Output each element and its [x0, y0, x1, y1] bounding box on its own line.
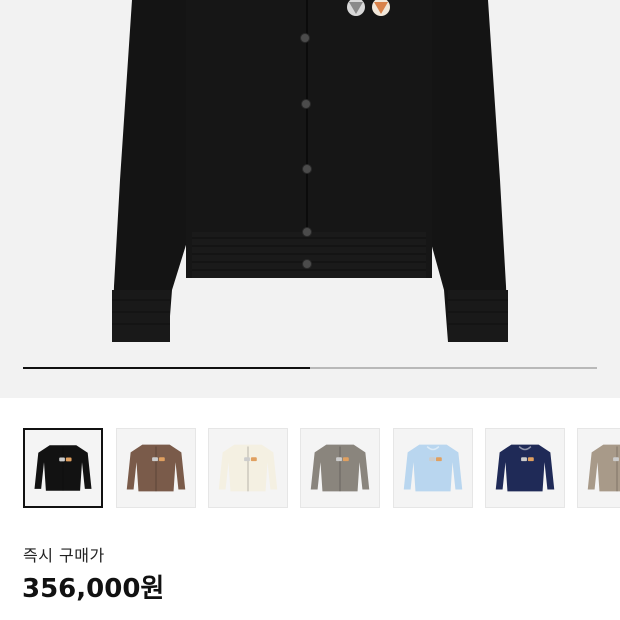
cardigan-icon: [34, 445, 92, 491]
sweater-icon: [403, 444, 463, 492]
color-thumbnail[interactable]: [116, 428, 196, 508]
cardigan-icon: [587, 444, 620, 492]
color-thumbnail[interactable]: [23, 428, 103, 508]
color-thumbnail[interactable]: [393, 428, 473, 508]
color-thumbnail-strip[interactable]: [0, 398, 620, 528]
price: 356,000원: [22, 574, 165, 604]
instant-purchase-label: 즉시 구매가: [23, 546, 105, 565]
cardigan-icon: [310, 444, 370, 492]
color-thumbnail[interactable]: [577, 428, 620, 508]
color-thumbnail[interactable]: [208, 428, 288, 508]
sweater-icon: [495, 444, 555, 492]
cardigan-main-image: [112, 0, 508, 342]
color-thumbnail[interactable]: [485, 428, 565, 508]
product-image-gallery[interactable]: [0, 0, 620, 398]
gallery-progress-fill: [23, 367, 310, 369]
cardigan-icon: [218, 444, 278, 492]
gallery-progress-track: [23, 367, 597, 369]
cardigan-icon: [126, 444, 186, 492]
color-thumbnail[interactable]: [300, 428, 380, 508]
